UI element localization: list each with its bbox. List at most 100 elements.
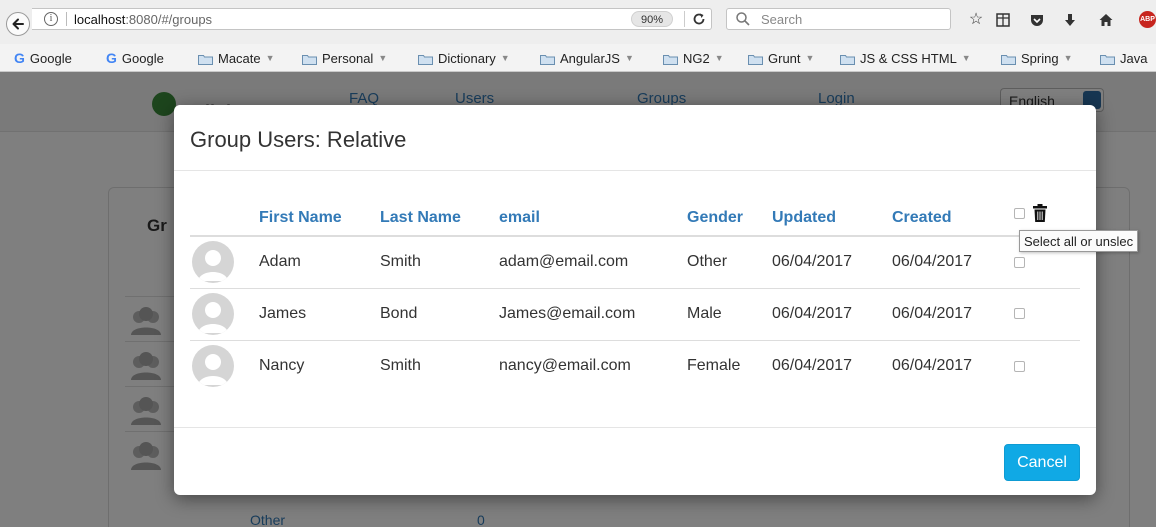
reading-list-icon[interactable] [993,10,1013,30]
bookmark-google-2[interactable]: G Google [106,49,164,67]
modal-title: Group Users: Relative [190,127,407,152]
cell-updated: 06/04/2017 [772,287,892,340]
row-checkbox[interactable] [1014,360,1025,372]
bookmark-folder-spring[interactable]: Spring ▼ [1001,49,1073,67]
header-updated[interactable]: Updated [772,201,892,237]
bookmark-folder-dictionary[interactable]: Dictionary ▼ [418,49,510,67]
cell-first-name: James [259,287,380,340]
header-avatar [190,201,259,237]
select-all-checkbox[interactable] [1014,207,1025,219]
home-icon[interactable] [1096,10,1116,30]
bookmark-google-1[interactable]: G Google [14,49,72,67]
cell-gender: Female [687,339,772,392]
users-table: First Name Last Name email Gender Update… [190,201,1080,392]
folder-icon [1001,53,1016,65]
bookmark-folder-java[interactable]: Java [1100,49,1147,67]
cell-email: adam@email.com [499,253,629,271]
bookmark-label: NG2 [683,50,710,66]
cell-updated: 06/04/2017 [772,253,853,271]
table-row[interactable]: James Bond James@email.com Male 06/04/20… [190,287,1080,340]
header-gender[interactable]: Gender [687,201,772,237]
chevron-down-icon: ▼ [378,53,388,63]
info-icon[interactable]: i [44,12,58,26]
bookmark-label: Dictionary [438,50,496,66]
avatar-cell [190,287,259,340]
url-bar[interactable]: i localhost:8080/#/groups 90% [32,8,712,30]
url-host: localhost [74,12,126,27]
user-placeholder-icon [198,250,228,282]
google-icon: G [106,50,117,66]
bookmark-folder-grunt[interactable]: Grunt ▼ [748,49,814,67]
avatar-cell [190,339,259,392]
bookmark-label: Google [29,50,72,66]
row-checkbox[interactable] [1014,256,1025,268]
modal-body: First Name Last Name email Gender Update… [174,171,1096,427]
bookmark-folder-js-css-html[interactable]: JS & CSS HTML ▼ [840,49,971,67]
trash-icon[interactable] [1033,204,1047,222]
bookmark-label: Spring [1021,50,1059,66]
chevron-down-icon: ▼ [1063,53,1073,63]
group-users-modal: Group Users: Relative First Name Last Na… [174,105,1096,495]
avatar-cell [190,236,259,288]
header-last-name[interactable]: Last Name [380,201,499,237]
avatar [192,241,234,284]
folder-icon [748,53,763,65]
bookmarks-bar: G Google G Google Macate ▼ Personal ▼ Dictio… [0,44,1156,72]
bookmark-label: AngularJS [560,50,620,66]
cell-email: James@email.com [499,287,687,340]
bookmark-label: Java [1120,50,1148,66]
bookmark-label: Macate [218,50,261,66]
header-created[interactable]: Created [892,201,1014,237]
url-text[interactable]: localhost:8080/#/groups [74,12,212,27]
google-icon: G [14,50,25,66]
cancel-button[interactable]: Cancel [1004,444,1080,481]
browser-toolbar: i localhost:8080/#/groups 90% Search ☆ A… [0,0,1156,44]
folder-icon [840,53,855,65]
back-button[interactable] [6,12,30,36]
header-email[interactable]: email [499,201,687,237]
download-icon[interactable] [1060,10,1080,30]
bookmark-folder-ng2[interactable]: NG2 ▼ [663,49,724,67]
chevron-down-icon: ▼ [500,53,510,63]
cell-last-name: Smith [380,339,499,392]
chevron-down-icon: ▼ [714,53,724,63]
search-placeholder: Search [761,12,803,27]
avatar [192,293,234,335]
bookmark-folder-angularjs[interactable]: AngularJS ▼ [540,49,634,67]
folder-icon [540,53,555,65]
cell-select [1014,339,1080,392]
folder-icon [302,53,317,65]
table-row[interactable]: Nancy Smith nancy@email.com Female 06/04… [190,339,1080,392]
bookmark-label: Grunt [768,50,801,66]
cell-select [1014,287,1080,340]
user-placeholder-icon [198,302,228,333]
bookmark-folder-personal[interactable]: Personal ▼ [302,49,387,67]
cell-created: 06/04/2017 [892,287,1014,340]
avatar [192,345,234,388]
cell-created: 06/04/2017 [892,253,973,271]
folder-icon [198,53,213,65]
url-path: :8080/#/groups [125,12,213,27]
cell-first-name: Adam [259,253,301,271]
folder-icon [663,53,678,65]
zoom-level-badge[interactable]: 90% [631,11,673,27]
chevron-down-icon: ▼ [805,53,815,63]
adblock-icon[interactable]: ABP [1139,11,1156,28]
reload-icon[interactable] [692,9,706,29]
select-all-tooltip: Select all or unslec [1019,230,1139,252]
search-bar[interactable]: Search [726,8,951,30]
cell-last-name: Bond [380,287,499,340]
search-icon [736,12,750,26]
cell-gender: Other [687,253,728,271]
bookmark-folder-macate[interactable]: Macate ▼ [198,49,275,67]
chevron-down-icon: ▼ [624,53,634,63]
table-row[interactable]: Adam Smith adam@email.com Other 06/04/20… [190,236,1080,288]
modal-header: Group Users: Relative [174,105,1096,171]
bookmark-star-icon[interactable]: ☆ [966,10,986,30]
row-checkbox[interactable] [1014,308,1025,320]
header-first-name[interactable]: First Name [259,201,380,237]
bookmark-label: Personal [322,50,374,66]
folder-icon [1100,53,1115,65]
cell-first-name: Nancy [259,339,380,392]
pocket-icon[interactable] [1027,10,1047,30]
